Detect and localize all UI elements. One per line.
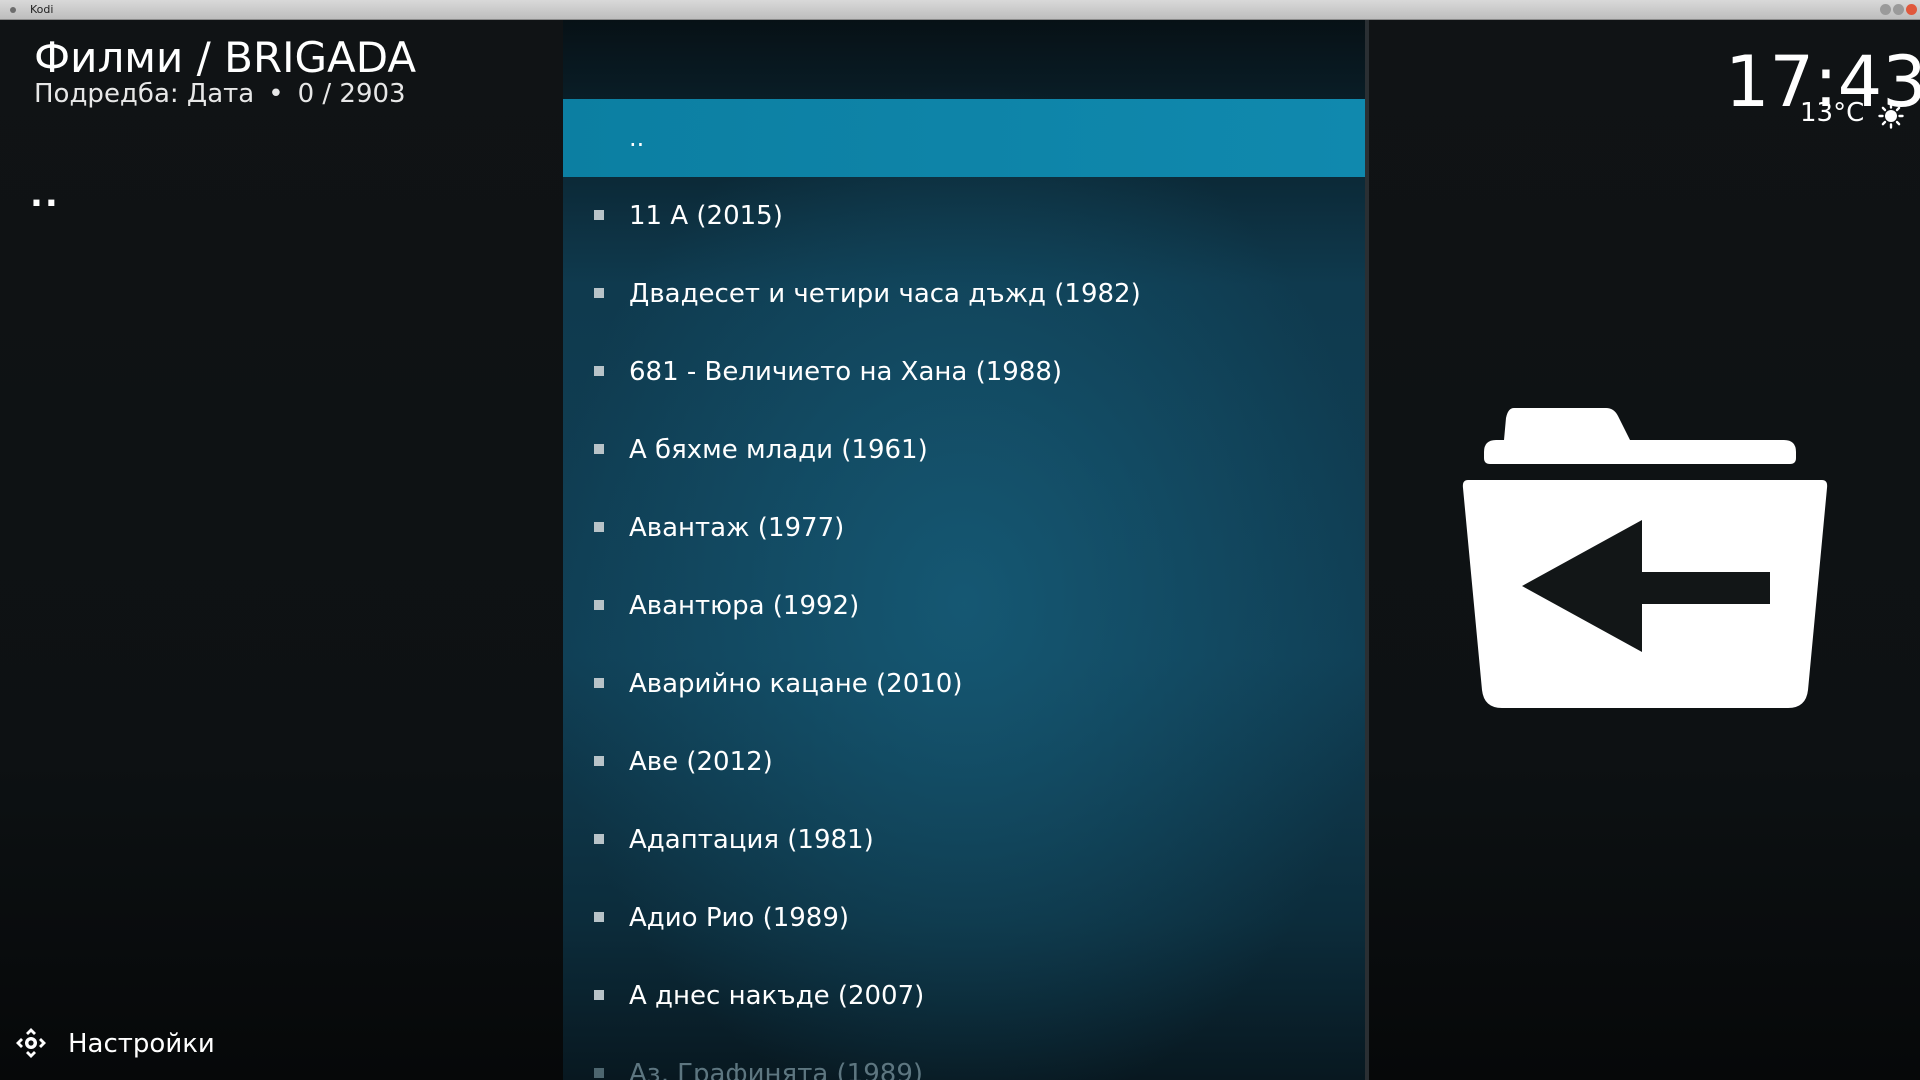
window-title: Kodi	[30, 3, 54, 16]
list-bullet-icon	[594, 834, 604, 844]
list-bullet-icon	[594, 522, 604, 532]
list-bullet-icon	[594, 990, 604, 1000]
list-item[interactable]: Адио Рио (1989)	[563, 879, 1365, 957]
list-bullet-icon	[594, 756, 604, 766]
list-item[interactable]: Аз, Графинята (1989)	[563, 1035, 1365, 1080]
list-item-label: Аварийно кацане (2010)	[629, 669, 963, 699]
list-bullet-icon	[594, 678, 604, 688]
file-list-panel: .. 11 А (2015) Двадесет и четири часа дъжд…	[563, 20, 1365, 1080]
maximize-button[interactable]	[1893, 4, 1904, 15]
list-item-parent-folder[interactable]: ..	[563, 99, 1365, 177]
list-bullet-icon	[594, 210, 604, 220]
list-bullet-icon	[594, 912, 604, 922]
minimize-button[interactable]	[1880, 4, 1891, 15]
list-item-label: 681 - Величието на Хана (1988)	[629, 357, 1063, 387]
settings-icon[interactable]	[14, 1026, 48, 1060]
sort-label: Подредба: Дата	[34, 79, 255, 109]
page-title: Филми / BRIGADA	[34, 33, 417, 82]
temperature: 13°C	[1800, 98, 1865, 128]
list-item-label: Двадесет и четири часа дъжд (1982)	[629, 279, 1141, 309]
list-item-label: 11 А (2015)	[629, 201, 783, 231]
settings-button-label[interactable]: Настройки	[68, 1028, 215, 1060]
list-item-label: А бяхме млади (1961)	[629, 435, 928, 465]
list-item-label: А днес накъде (2007)	[629, 981, 925, 1011]
list-item[interactable]: Авантаж (1977)	[563, 489, 1365, 567]
folder-back-icon	[1462, 408, 1828, 708]
list-item[interactable]: А днес накъде (2007)	[563, 957, 1365, 1035]
list-item[interactable]: Двадесет и четири часа дъжд (1982)	[563, 255, 1365, 333]
list-panel-divider	[1365, 20, 1369, 1080]
list-item-label: Аве (2012)	[629, 747, 773, 777]
parent-folder-label: ..	[30, 175, 60, 215]
list-item[interactable]: 681 - Величието на Хана (1988)	[563, 333, 1365, 411]
list-bullet-icon	[594, 366, 604, 376]
window-menu-icon[interactable]	[10, 7, 16, 13]
list-item[interactable]: 11 А (2015)	[563, 177, 1365, 255]
list-bullet-icon	[594, 600, 604, 610]
kodi-stage: Филми / BRIGADA Подредба: Дата • 0 / 2903 …	[0, 20, 1920, 1080]
list-bullet-icon	[594, 444, 604, 454]
list-item-label: Авантюра (1992)	[629, 591, 860, 621]
list-item[interactable]: Авантюра (1992)	[563, 567, 1365, 645]
list-item-label: Аз, Графинята (1989)	[629, 1059, 923, 1080]
list-item[interactable]: Аве (2012)	[563, 723, 1365, 801]
list-item-label: Адио Рио (1989)	[629, 903, 850, 933]
sort-info: Подредба: Дата • 0 / 2903	[34, 78, 406, 110]
file-list: .. 11 А (2015) Двадесет и четири часа дъжд…	[563, 99, 1365, 1080]
list-item[interactable]: Аварийно кацане (2010)	[563, 645, 1365, 723]
list-item-label: Авантаж (1977)	[629, 513, 845, 543]
list-item-label: ..	[629, 124, 645, 152]
window-titlebar: Kodi	[0, 0, 1920, 20]
separator-dot: •	[268, 79, 284, 109]
list-item[interactable]: А бяхме млади (1961)	[563, 411, 1365, 489]
close-button[interactable]	[1906, 4, 1917, 15]
list-item-label: Адаптация (1981)	[629, 825, 874, 855]
list-item[interactable]: Адаптация (1981)	[563, 801, 1365, 879]
list-bullet-icon	[594, 288, 604, 298]
sun-icon	[1878, 103, 1904, 129]
list-bullet-icon	[594, 1068, 604, 1078]
item-position: 0 / 2903	[297, 79, 406, 109]
